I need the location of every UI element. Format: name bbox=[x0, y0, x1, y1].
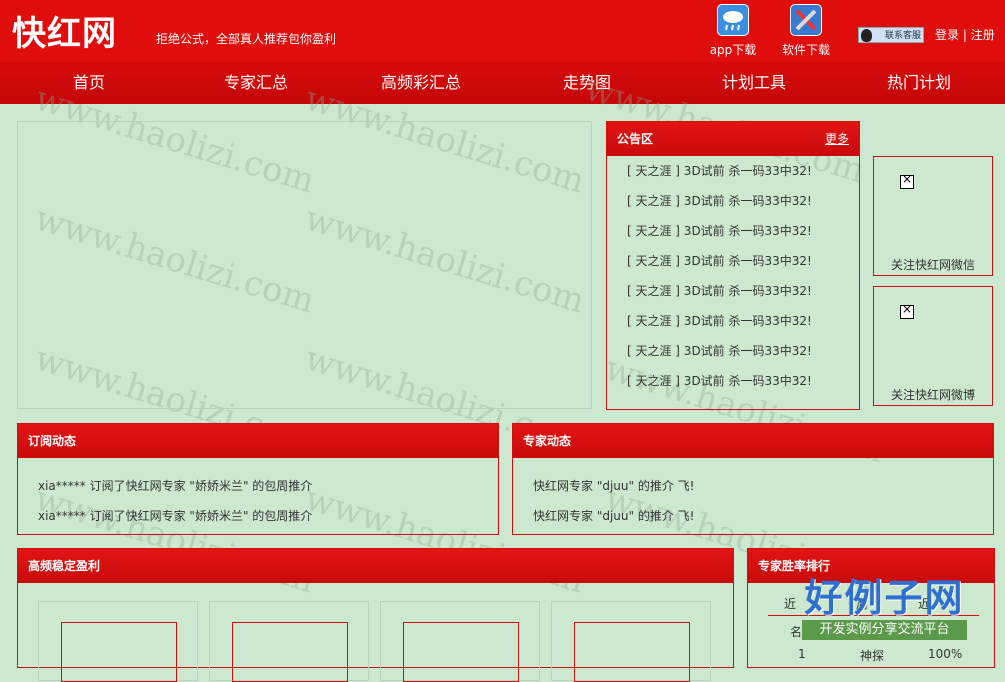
badge-title: 好例子网 bbox=[804, 576, 965, 620]
notice-item[interactable]: [ 天之涯 ] 3D试前 杀一码33中32! bbox=[607, 306, 859, 336]
broken-image-icon bbox=[900, 172, 914, 189]
nav-item-hot-plans[interactable]: 热门计划 bbox=[887, 62, 951, 104]
feed-item[interactable]: xia***** 订阅了快红网专家 "娇娇米兰" 的包周推介 bbox=[38, 501, 498, 531]
feed-item[interactable]: xia***** 订阅了快红网专家 "娇娇米兰" 的包周推介 bbox=[38, 471, 498, 501]
notice-item[interactable]: [ 天之涯 ] 3D试前 杀一码33中32! bbox=[607, 366, 859, 396]
notice-item[interactable]: [ 天之涯 ] 3D试前 杀一码33中32! bbox=[607, 216, 859, 246]
plan-card[interactable] bbox=[38, 601, 198, 682]
notice-item[interactable]: [ 天之涯 ] 3D试前 杀一码33中32! bbox=[607, 336, 859, 366]
notice-item[interactable]: [ 天之涯 ] 3D试前 杀一码33中32! bbox=[607, 156, 859, 186]
notice-item[interactable]: [ 天之涯 ] 3D试前 杀一码33中32! bbox=[607, 246, 859, 276]
feed-item[interactable]: 快红网专家 "djuu" 的推介 飞! bbox=[533, 501, 993, 531]
register-link[interactable]: 注册 bbox=[971, 28, 995, 42]
expert-panel: 专家动态 快红网专家 "djuu" 的推介 飞! 快红网专家 "djuu" 的推… bbox=[512, 423, 994, 535]
notice-list: [ 天之涯 ] 3D试前 杀一码33中32! [ 天之涯 ] 3D试前 杀一码3… bbox=[607, 156, 859, 396]
ranking-col-name: 名 bbox=[790, 625, 803, 639]
notice-title: 公告区 bbox=[617, 132, 654, 146]
notice-header: 公告区 更多 bbox=[607, 122, 859, 156]
nav-item-high-freq[interactable]: 高频彩汇总 bbox=[381, 62, 461, 104]
cloud-rain-icon bbox=[717, 4, 749, 36]
plan-card-image bbox=[61, 622, 177, 682]
rank-expert-name: 神探 bbox=[860, 649, 885, 663]
qq-penguin-icon bbox=[861, 29, 872, 42]
subscribe-panel: 订阅动态 xia***** 订阅了快红网专家 "娇娇米兰" 的包周推介 xia*… bbox=[17, 423, 499, 535]
plan-card-image bbox=[232, 622, 348, 682]
main-nav: 首页 专家汇总 高频彩汇总 走势图 计划工具 热门计划 bbox=[0, 62, 1005, 104]
software-download-label: 软件下载 bbox=[781, 43, 830, 57]
feed-item[interactable]: 快红网专家 "djuu" 的推介 飞! bbox=[533, 471, 993, 501]
tools-icon bbox=[790, 4, 822, 36]
contact-service-button[interactable]: 联系客服 bbox=[858, 27, 924, 43]
site-slogan: 拒绝公式，全部真人推荐包你盈利 bbox=[156, 32, 337, 46]
site-watermark-badge: 好例子网 开发实例分享交流平台 bbox=[802, 576, 967, 644]
plan-card[interactable] bbox=[209, 601, 369, 682]
badge-subtitle: 开发实例分享交流平台 bbox=[802, 620, 967, 640]
weibo-qr-box[interactable]: 关注快红网微博 bbox=[873, 286, 993, 406]
nav-item-plan-tools[interactable]: 计划工具 bbox=[722, 62, 786, 104]
subscribe-feed: xia***** 订阅了快红网专家 "娇娇米兰" 的包周推介 xia***** … bbox=[18, 458, 498, 531]
stable-profit-header: 高频稳定盈利 bbox=[18, 549, 733, 583]
ranking-tab-recent[interactable]: 近 bbox=[784, 595, 796, 612]
wechat-qr-box[interactable]: 关注快红网微信 bbox=[873, 156, 993, 276]
plan-card-image bbox=[403, 622, 519, 682]
auth-links: 登录 | 注册 bbox=[935, 26, 995, 43]
nav-item-trend[interactable]: 走势图 bbox=[563, 62, 611, 104]
app-download-link[interactable]: app下载 bbox=[698, 4, 768, 58]
expert-feed: 快红网专家 "djuu" 的推介 飞! 快红网专家 "djuu" 的推介 飞! bbox=[513, 458, 993, 531]
notice-more-link[interactable]: 更多 bbox=[825, 122, 849, 156]
expert-header: 专家动态 bbox=[513, 424, 993, 458]
site-logo[interactable]: 快红网 bbox=[12, 6, 117, 55]
contact-service-label: 联系客服 bbox=[884, 31, 921, 41]
header-bar: 快红网 拒绝公式，全部真人推荐包你盈利 app下载 软件下载 联系客服 登录 |… bbox=[0, 0, 1005, 62]
notice-panel: 公告区 更多 [ 天之涯 ] 3D试前 杀一码33中32! [ 天之涯 ] 3D… bbox=[606, 121, 860, 410]
subscribe-header: 订阅动态 bbox=[18, 424, 498, 458]
plan-card[interactable] bbox=[380, 601, 540, 682]
banner-slot[interactable] bbox=[17, 121, 592, 409]
wechat-qr-caption: 关注快红网微信 bbox=[890, 258, 975, 272]
auth-separator: | bbox=[962, 28, 967, 42]
notice-item[interactable]: [ 天之涯 ] 3D试前 杀一码33中32! bbox=[607, 276, 859, 306]
nav-item-home[interactable]: 首页 bbox=[73, 62, 105, 104]
stable-profit-panel: 高频稳定盈利 bbox=[17, 548, 734, 682]
plan-card-image bbox=[574, 622, 690, 682]
rank-win-rate: 100% bbox=[928, 647, 963, 661]
broken-image-icon bbox=[900, 302, 914, 319]
weibo-qr-caption: 关注快红网微博 bbox=[890, 388, 975, 402]
plan-card[interactable] bbox=[551, 601, 711, 682]
login-link[interactable]: 登录 bbox=[935, 28, 959, 42]
app-download-label: app下载 bbox=[709, 43, 757, 57]
rank-number: 1 bbox=[798, 647, 806, 661]
nav-item-experts[interactable]: 专家汇总 bbox=[224, 62, 288, 104]
software-download-link[interactable]: 软件下载 bbox=[771, 4, 841, 58]
notice-item[interactable]: [ 天之涯 ] 3D试前 杀一码33中32! bbox=[607, 186, 859, 216]
